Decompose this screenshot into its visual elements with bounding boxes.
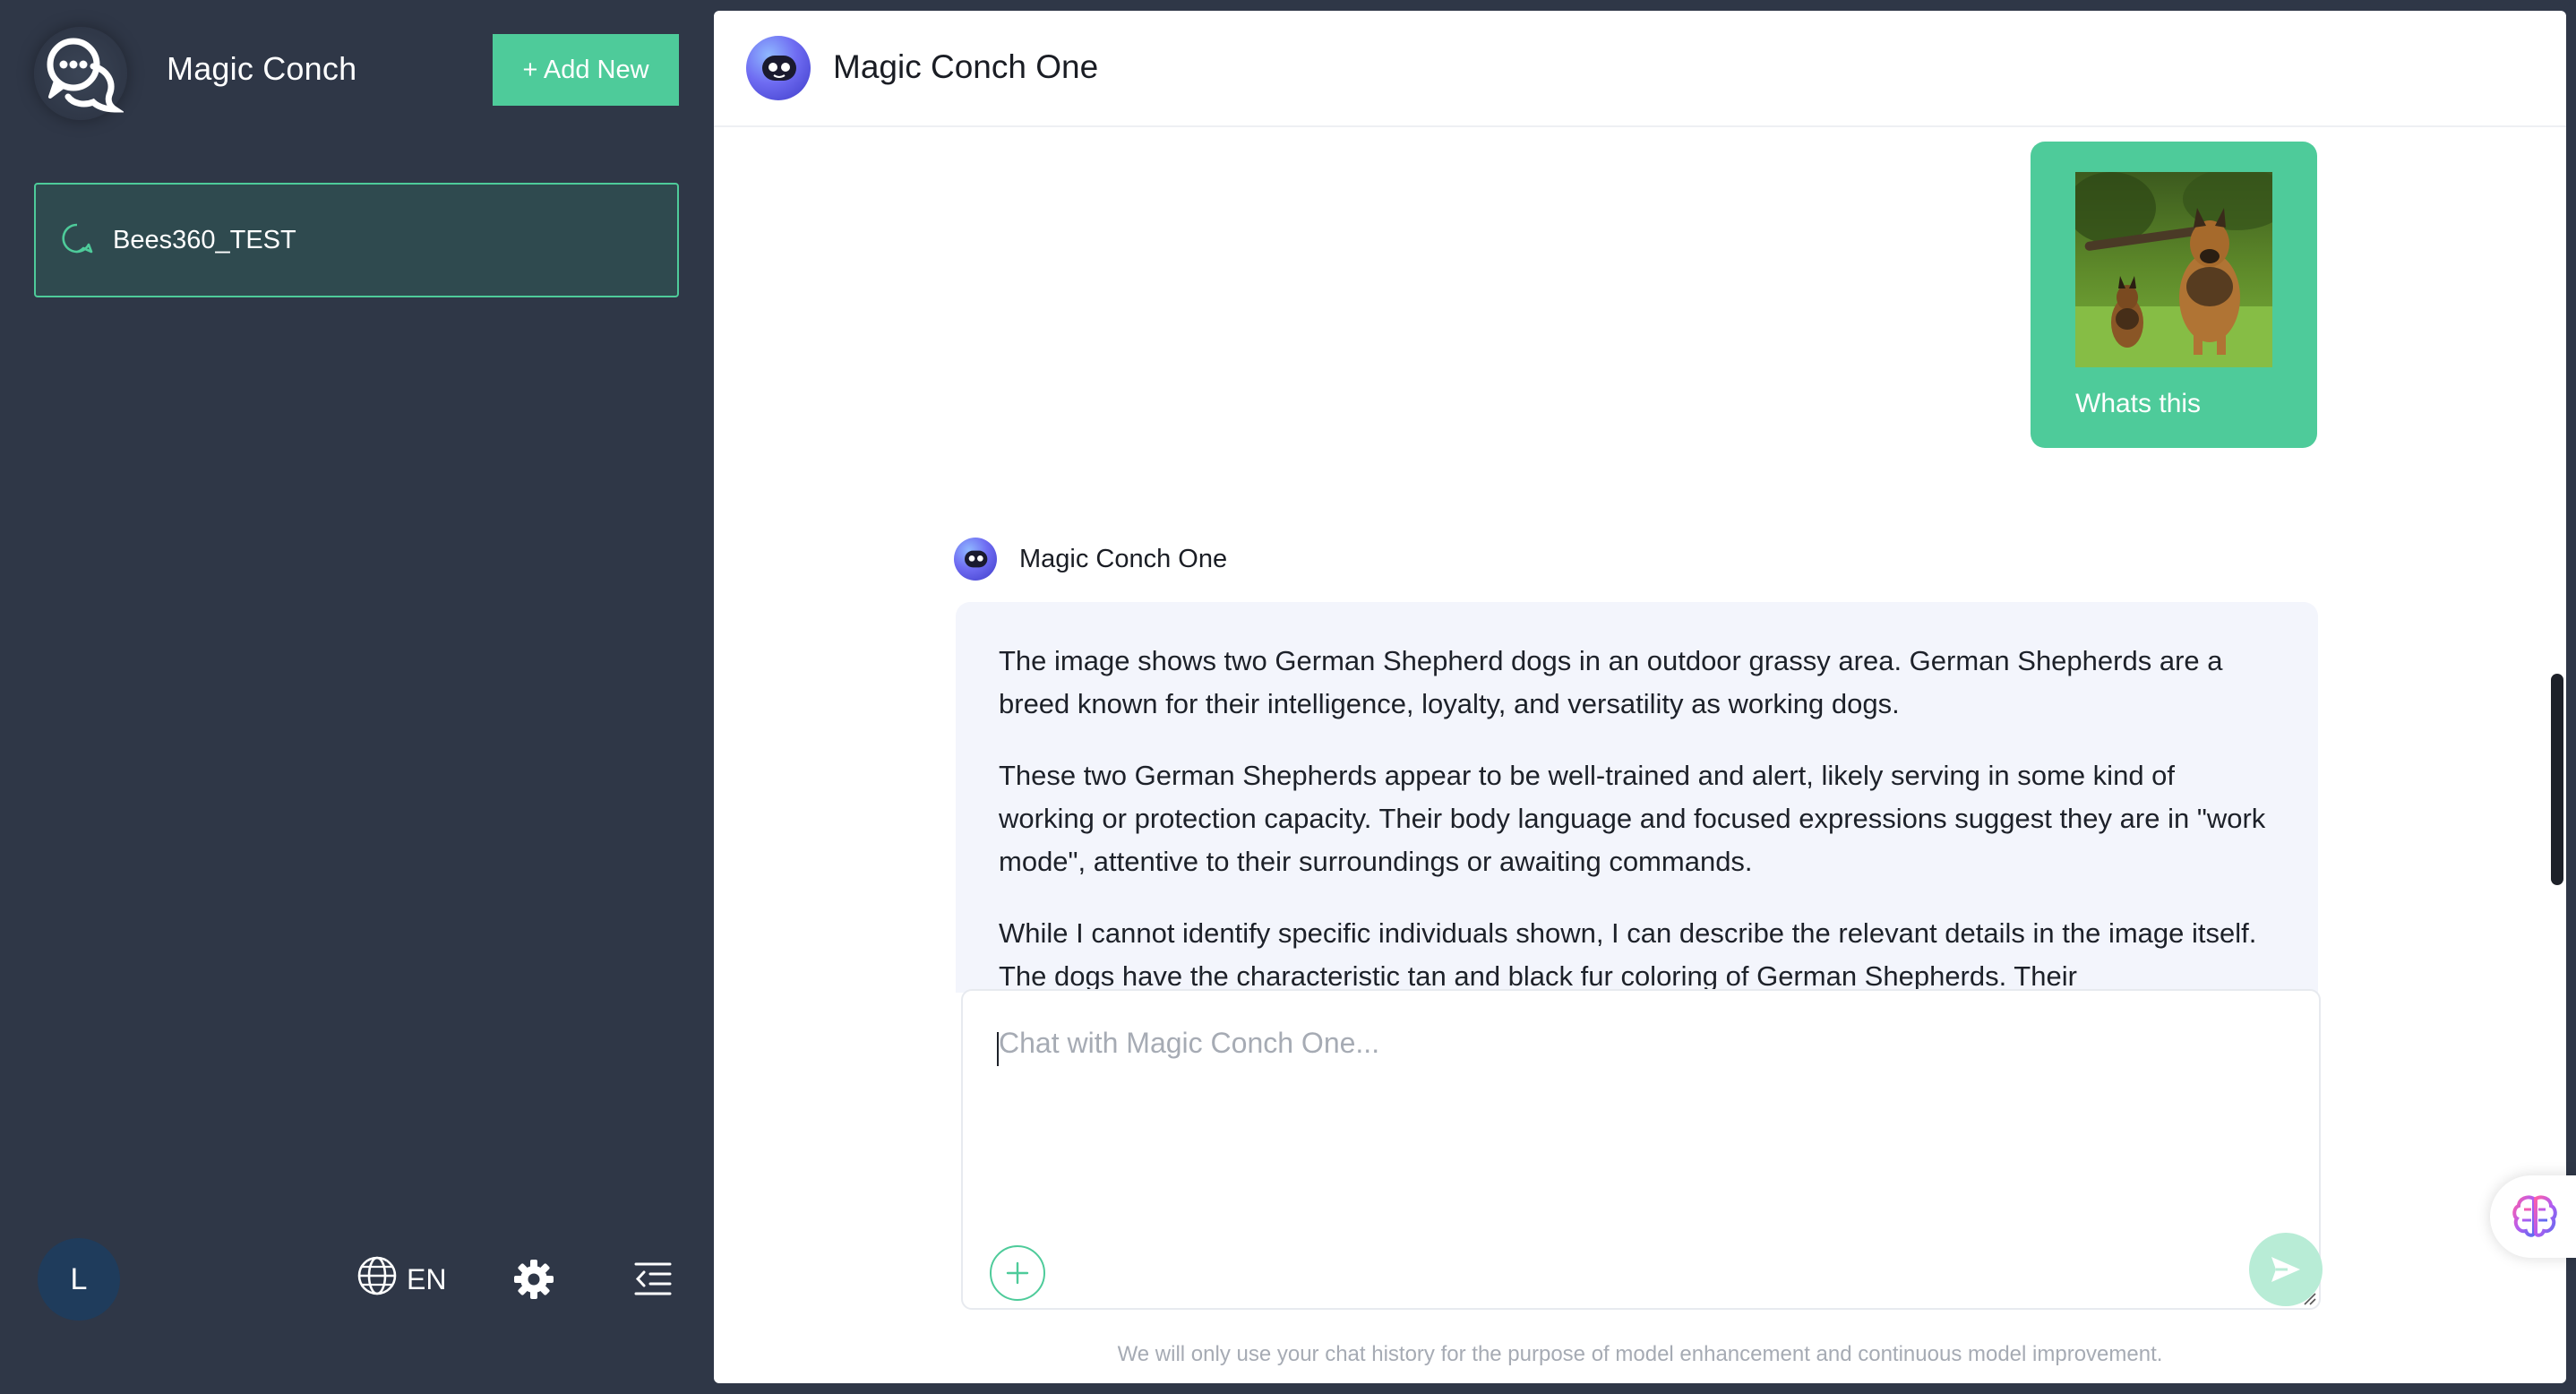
sidebar-item-bees360-test[interactable]: Bees360_TEST xyxy=(34,183,679,297)
app-title: Magic Conch xyxy=(167,50,357,87)
assistant-message-bubble: The image shows two German Shepherd dogs… xyxy=(956,602,2318,993)
user-message-bubble: Whats this xyxy=(2031,142,2317,448)
chat-input[interactable] xyxy=(999,1027,2253,1098)
brain-icon xyxy=(2512,1195,2557,1237)
bot-avatar-icon xyxy=(746,36,811,100)
send-icon xyxy=(2271,1257,2300,1282)
privacy-disclaimer: We will only use your chat history for t… xyxy=(1117,1342,2163,1366)
brain-assistant-button[interactable] xyxy=(2490,1175,2576,1258)
sidebar: Magic Conch + Add New Bees360_TEST L EN xyxy=(0,0,714,1394)
conversation-label: Bees360_TEST xyxy=(113,225,296,254)
attach-button[interactable] xyxy=(990,1245,1045,1301)
assistant-name: Magic Conch One xyxy=(1019,545,1228,573)
resize-grip-icon[interactable] xyxy=(2301,1290,2317,1306)
assistant-avatar-icon xyxy=(954,538,997,581)
chat-bubble-logo-icon xyxy=(34,27,127,120)
assistant-paragraph: While I cannot identify specific individ… xyxy=(999,917,2257,992)
gear-icon[interactable] xyxy=(512,1258,555,1301)
user-message-text: Whats this xyxy=(2075,389,2202,418)
plus-icon xyxy=(1006,1261,1029,1285)
user-avatar[interactable]: L xyxy=(38,1238,120,1321)
chat-title: Magic Conch One xyxy=(833,48,1099,85)
chat-header: Magic Conch One xyxy=(714,11,2566,127)
chat-bubble-outline-icon xyxy=(61,222,93,259)
chat-input-box xyxy=(961,989,2323,1310)
collapse-menu-icon[interactable] xyxy=(632,1258,674,1299)
chat-panel: Magic Conch One Whats this Magic Conch O… xyxy=(714,11,2566,1383)
add-new-button[interactable]: + Add New xyxy=(493,34,679,106)
language-label: EN xyxy=(407,1262,447,1295)
language-switcher[interactable]: EN xyxy=(356,1254,446,1304)
assistant-paragraph: The image shows two German Shepherd dogs… xyxy=(999,645,2223,719)
two-german-shepherds-photo[interactable] xyxy=(2075,172,2272,367)
assistant-paragraph: These two German Shepherds appear to be … xyxy=(999,760,2266,877)
scrollbar-thumb[interactable] xyxy=(2551,674,2563,885)
globe-icon xyxy=(356,1255,398,1304)
